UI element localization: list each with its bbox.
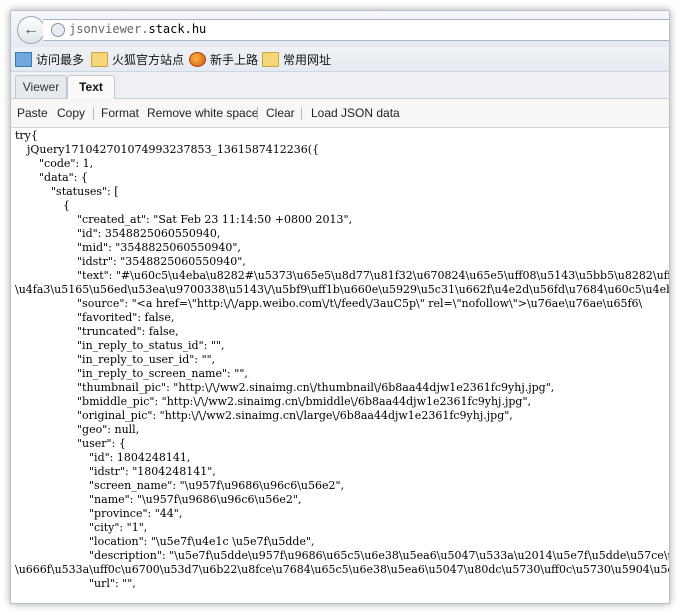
json-line: \u4fa3\u5165\u56ed\u53ea\u9700338\u5143\… xyxy=(15,283,669,296)
json-line: "description": "\u5e7f\u5dde\u957f\u9686… xyxy=(89,549,669,562)
format-button[interactable]: Format xyxy=(101,106,139,120)
json-line: "idstr": "1804248141", xyxy=(89,465,216,478)
firefox-icon xyxy=(189,52,206,67)
json-line: "in_reply_to_screen_name": "", xyxy=(77,367,248,380)
copy-button[interactable]: Copy xyxy=(57,106,85,120)
browser-window: ← jsonviewer.stack.hu 访问最多 火狐官方站点 新手上路 常… xyxy=(10,10,670,604)
json-line: "id": 3548825060550940, xyxy=(77,227,221,240)
toolbar-divider xyxy=(301,107,302,120)
json-line: "name": "\u957f\u9686\u96c6\u56e2", xyxy=(89,493,302,506)
json-line: \u666f\u533a\uff0c\u6700\u53d7\u6b22\u8f… xyxy=(15,563,669,576)
bookmark-firefox-official[interactable]: 火狐官方站点 xyxy=(91,51,184,68)
editor-toolbar: Paste Copy Format Remove white space Cle… xyxy=(11,99,669,128)
json-line: "truncated": false, xyxy=(77,325,179,338)
folder-icon xyxy=(262,52,279,67)
tab-viewer[interactable]: Viewer xyxy=(15,75,67,98)
clear-button[interactable]: Clear xyxy=(266,106,295,120)
json-line: "original_pic": "http:\/\/ww2.sinaimg.cn… xyxy=(77,409,513,422)
json-line: "code": 1, xyxy=(39,157,94,170)
json-line: "statuses": [ xyxy=(51,185,119,198)
json-line: jQuery17104270107499323785З_136158741223… xyxy=(27,143,320,156)
json-line: "text": "#\u60c5\u4eba\u8282#\u5373\u65e… xyxy=(77,269,669,282)
bookmarks-bar: 访问最多 火狐官方站点 新手上路 常用网址 xyxy=(11,47,669,72)
json-line: "url": "", xyxy=(89,577,136,590)
json-line: "location": "\u5e7f\u4e1c \u5e7f\u5dde", xyxy=(89,535,315,548)
url-input[interactable]: jsonviewer.stack.hu xyxy=(43,19,669,41)
json-line: "id": 1804248141, xyxy=(89,451,191,464)
bookmark-most-visited[interactable]: 访问最多 xyxy=(15,51,84,68)
back-button[interactable]: ← xyxy=(17,16,45,44)
remove-whitespace-button[interactable]: Remove white space xyxy=(147,106,258,120)
address-bar: ← jsonviewer.stack.hu xyxy=(11,11,669,47)
json-line: "screen_name": "\u957f\u9686\u96c6\u56e2… xyxy=(89,479,345,492)
folder-icon xyxy=(91,52,108,67)
load-json-button[interactable]: Load JSON data xyxy=(311,106,400,120)
globe-icon xyxy=(51,23,65,37)
json-line: "created_at": "Sat Feb 23 11:14:50 +0800… xyxy=(77,213,353,226)
toolbar-divider xyxy=(257,107,258,120)
bookmark-common-sites[interactable]: 常用网址 xyxy=(262,51,331,68)
json-line: "in_reply_to_user_id": "", xyxy=(77,353,216,366)
json-line: "favorited": false, xyxy=(77,311,175,324)
json-line: "thumbnail_pic": "http:\/\/ww2.sinaimg.c… xyxy=(77,381,555,394)
url-text: jsonviewer.stack.hu xyxy=(69,22,207,36)
json-line: "mid": "3548825060550940", xyxy=(77,241,241,254)
tab-strip: Viewer Text xyxy=(11,72,669,99)
json-line: "city": "1", xyxy=(89,521,148,534)
json-line: try{ xyxy=(15,129,38,142)
paste-button[interactable]: Paste xyxy=(17,106,48,120)
json-text-area[interactable]: try{ jQuery17104270107499323785З_1361587… xyxy=(11,128,669,603)
json-line: "province": "44", xyxy=(89,507,183,520)
json-line: "idstr": "3548825060550940", xyxy=(77,255,246,268)
toolbar-divider xyxy=(93,107,94,120)
json-line: { xyxy=(63,199,70,212)
json-line: "bmiddle_pic": "http:\/\/ww2.sinaimg.cn\… xyxy=(77,395,531,408)
tab-text[interactable]: Text xyxy=(67,75,115,99)
most-visited-icon xyxy=(15,52,32,67)
json-line: "source": "<a href=\"http:\/\/app.weibo.… xyxy=(77,297,643,310)
json-line: "geo": null, xyxy=(77,423,140,436)
json-line: "data": { xyxy=(39,171,88,184)
json-line: "in_reply_to_status_id": "", xyxy=(77,339,225,352)
bookmark-getting-started[interactable]: 新手上路 xyxy=(189,51,258,68)
back-arrow-icon: ← xyxy=(23,21,39,38)
json-line: "user": { xyxy=(77,437,126,450)
